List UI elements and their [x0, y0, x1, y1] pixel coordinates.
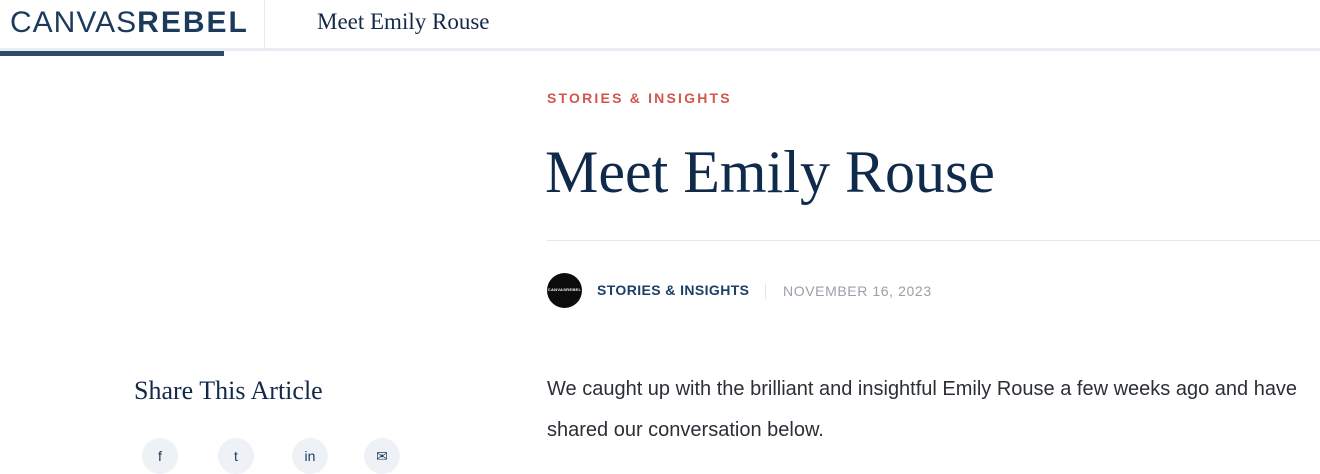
author-avatar[interactable]: CANVASREBEL [547, 273, 582, 308]
brand-cell: CANVASREBEL [0, 0, 265, 51]
article-intro: We caught up with the brilliant and insi… [547, 378, 1298, 441]
logo-text-light: CANVAS [10, 6, 138, 39]
category-link[interactable]: STORIES & INSIGHTS [547, 90, 732, 106]
meta-separator [765, 283, 766, 299]
reading-progress-bar [0, 51, 225, 56]
facebook-icon: f [158, 448, 162, 464]
facebook-share-button[interactable]: f [142, 438, 178, 474]
share-title: Share This Article [134, 376, 323, 405]
share-buttons: f t in ✉ [134, 438, 434, 474]
email-share-button[interactable]: ✉ [364, 438, 400, 474]
linkedin-icon: in [304, 448, 316, 464]
article-headline: Meet Emily Rouse [545, 139, 995, 205]
post-date: NOVEMBER 16, 2023 [783, 283, 932, 299]
author-link[interactable]: STORIES & INSIGHTS [597, 282, 749, 298]
headline-divider [547, 240, 1320, 241]
email-icon: ✉ [376, 448, 388, 464]
logo-text-bold: REBEL [137, 6, 249, 39]
avatar-logo-text: CANVASREBEL [547, 287, 582, 292]
twitter-share-button[interactable]: t [218, 438, 254, 474]
sticky-page-title: Meet Emily Rouse [317, 9, 490, 34]
top-bar: CANVASREBEL Meet Emily Rouse [0, 0, 1320, 51]
linkedin-share-button[interactable]: in [292, 438, 328, 474]
canvasrebel-logo[interactable]: CANVASREBEL [10, 6, 249, 40]
twitter-icon: t [234, 448, 238, 464]
